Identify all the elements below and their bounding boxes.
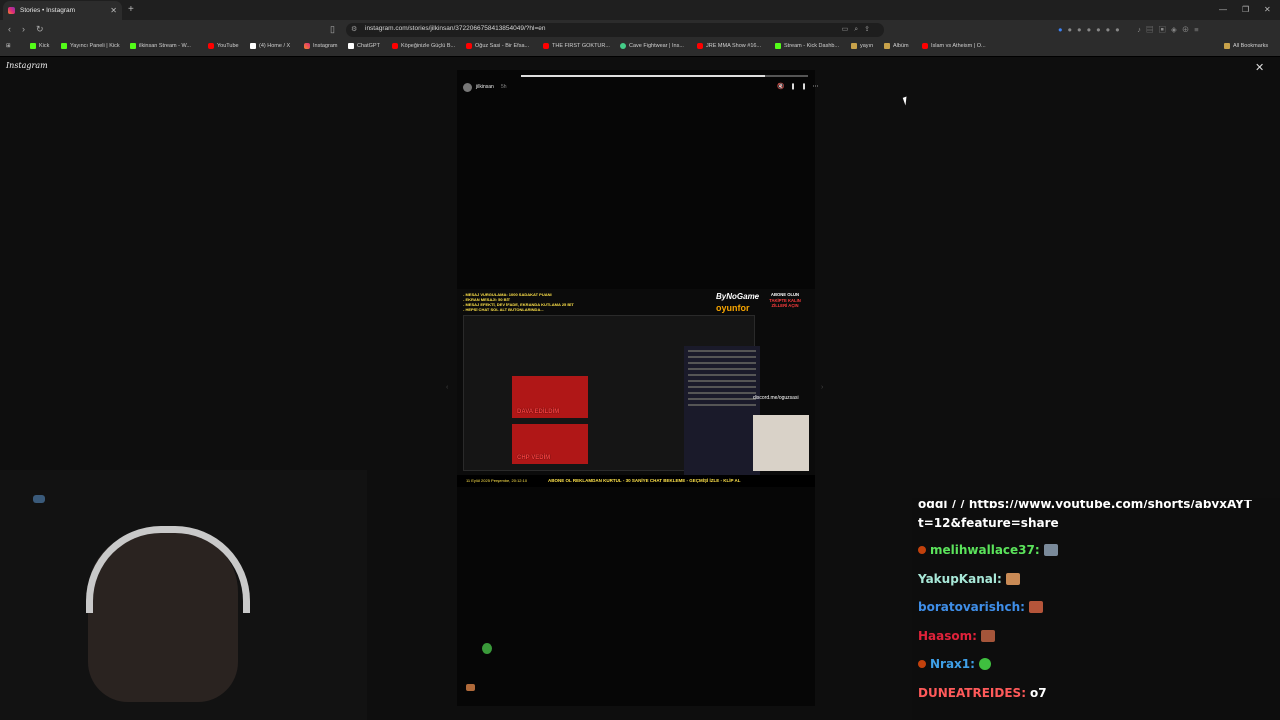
webcam-overlay: [0, 470, 367, 720]
chat-overlay: oggi / / https://www.youtube.com/shorts/…: [912, 498, 1280, 720]
bookmark-item[interactable]: JRE MMA Show #16...: [697, 43, 761, 49]
stream-brand-2: oyunfor: [716, 303, 750, 313]
stream-webcam-inset: [753, 415, 809, 471]
emote-icon: [1043, 544, 1058, 556]
previous-story-icon[interactable]: ‹: [446, 384, 448, 391]
browser-toolbar: ‹ › ↻ ▯ ⚙ instagram.com/stories/jilkinsa…: [0, 20, 1280, 40]
bookmark-item[interactable]: Oğuz Sasi - Bir Efsa...: [466, 43, 529, 49]
chat-message: YakupKanal:: [918, 572, 1020, 586]
tab-strip: Stories • Instagram ✕ + — ❐ ✕: [0, 0, 1280, 20]
avatar[interactable]: [463, 83, 472, 92]
chat-username: melihwallace37:: [930, 543, 1040, 557]
bookmark-item[interactable]: Köpeğinizle Güçlü B...: [392, 43, 455, 49]
stream-brand: ByNoGame: [716, 292, 760, 301]
story-activity[interactable]: [466, 684, 475, 692]
stream-info-lines: - MESAJ VURGULAMA: 1000 SADAKAT PUANI - …: [463, 292, 574, 312]
window-close-icon[interactable]: ✕: [1264, 5, 1271, 14]
close-story-icon[interactable]: ✕: [1255, 61, 1264, 74]
apps-icon[interactable]: ⊞: [6, 43, 11, 49]
headphones-icon: [86, 526, 250, 613]
emote-icon: [980, 630, 995, 642]
story-username[interactable]: jilkinsan: [476, 84, 494, 90]
chat-message: melihwallace37:: [918, 543, 1058, 557]
all-bookmarks[interactable]: All Bookmarks: [1224, 43, 1268, 49]
story-time: 5h: [501, 84, 507, 90]
instagram-favicon-icon: [8, 7, 15, 14]
tab-instagram-stories[interactable]: Stories • Instagram ✕: [3, 1, 122, 20]
video-thumbnail: DAVA EDİLDİM: [512, 376, 588, 418]
bookmark-item[interactable]: (4) Home / X: [250, 43, 290, 49]
stream-ticker: 11 Eylül 2025 Perşembe, 20:12:10 ABONE O…: [457, 475, 815, 487]
activity-icon: [466, 684, 475, 691]
reload-icon[interactable]: ↻: [36, 24, 44, 35]
url-text[interactable]: instagram.com/stories/jilkinsan/37220667…: [365, 25, 546, 32]
back-icon[interactable]: ‹: [8, 24, 11, 34]
bookmark-item[interactable]: Islam vs Atheism | O...: [922, 43, 986, 49]
stream-screen-capture: DAVA EDİLDİM CHP VEDİM: [463, 315, 760, 487]
stream-discord: discord.me/oguzsasi: [753, 395, 799, 401]
story-stream-screenshot: - MESAJ VURGULAMA: 1000 SADAKAT PUANI - …: [457, 289, 815, 487]
new-tab-icon[interactable]: +: [128, 4, 134, 15]
instagram-logo[interactable]: Instagram: [6, 61, 48, 70]
bookmark-item[interactable]: Yayıncı Paneli | Kick: [61, 43, 120, 49]
chat-username: Nrax1:: [930, 657, 975, 671]
chat-text: o7: [1030, 686, 1047, 700]
bookmark-item[interactable]: Stream - Kick Dashb...: [775, 43, 839, 49]
tab-title: Stories • Instagram: [20, 7, 76, 14]
story-controls-icons[interactable]: 🔇❚❚⋯: [777, 83, 825, 90]
sub-badge-icon: [918, 660, 926, 668]
chat-partial-message-cont: t=12&feature=share: [918, 516, 1059, 530]
story-progress-bar: [521, 75, 808, 77]
chat-message: boratovarishch:: [918, 600, 1043, 614]
chat-message: Nrax1:: [918, 657, 991, 671]
stream-subscribe-box: ABONE OLUN TAKİPTE KALIN ZİLLERİ AÇIN: [769, 292, 801, 308]
bookmark-item[interactable]: ilkinsan Stream - W...: [130, 43, 191, 49]
chat-username: DUNEATREIDES:: [918, 686, 1026, 700]
forward-icon[interactable]: ›: [22, 24, 25, 34]
tab-close-icon[interactable]: ✕: [110, 6, 117, 15]
emote-icon: [1028, 601, 1043, 613]
chat-username: boratovarishch:: [918, 600, 1025, 614]
chat-partial-message: oggi / / https://www.youtube.com/shorts/…: [918, 500, 1252, 508]
minimize-icon[interactable]: —: [1219, 5, 1227, 14]
mouse-cursor-icon: [902, 96, 910, 106]
emote-icon: [978, 658, 991, 670]
story-progress-fill: [521, 75, 765, 77]
webcam-background-light: [33, 495, 45, 503]
address-tools-icons[interactable]: ▭⌕⇪: [842, 25, 876, 34]
bookmark-folder[interactable]: Albüm: [884, 43, 909, 49]
site-info-icon[interactable]: ⚙: [351, 25, 357, 33]
sub-badge-icon: [918, 546, 926, 554]
bookmark-item[interactable]: Kick: [30, 43, 49, 49]
chat-username: YakupKanal:: [918, 572, 1002, 586]
chat-username: Haasom:: [918, 629, 977, 643]
green-sticker-icon[interactable]: [482, 643, 492, 654]
next-story-icon[interactable]: ›: [821, 384, 823, 391]
bookmark-item[interactable]: Cave Fightwear | Ins...: [620, 43, 684, 49]
bookmark-icon[interactable]: ▯: [330, 24, 335, 35]
bookmarks-bar: ⊞ Kick Yayıncı Paneli | Kick ilkinsan St…: [0, 40, 1280, 56]
address-bar[interactable]: ⚙ instagram.com/stories/jilkinsan/372206…: [346, 23, 884, 37]
video-thumbnail: CHP VEDİM: [512, 424, 588, 464]
restore-icon[interactable]: ❐: [1242, 5, 1249, 14]
bookmark-folder[interactable]: yayın: [851, 43, 873, 49]
emote-icon: [1005, 573, 1020, 585]
bookmark-item[interactable]: YouTube: [208, 43, 239, 49]
chat-message: Haasom:: [918, 629, 995, 643]
bookmark-item[interactable]: THE FIRST GOKTUR...: [543, 43, 610, 49]
stream-chat-panel: [684, 346, 760, 487]
extension-icons[interactable]: ●●●●●●● ♪▤▣◈⊕≡: [1058, 24, 1204, 35]
chat-message: DUNEATREIDES: o7: [918, 686, 1047, 700]
bookmark-item[interactable]: Instagram: [304, 43, 337, 49]
stream-date: 11 Eylül 2025 Perşembe, 20:12:10: [466, 478, 528, 483]
bookmark-item[interactable]: ChatGPT: [348, 43, 380, 49]
stream-ticker-text: ABONE OL REKLAMDAN KURTUL - 30 SANİYE CH…: [548, 478, 741, 483]
